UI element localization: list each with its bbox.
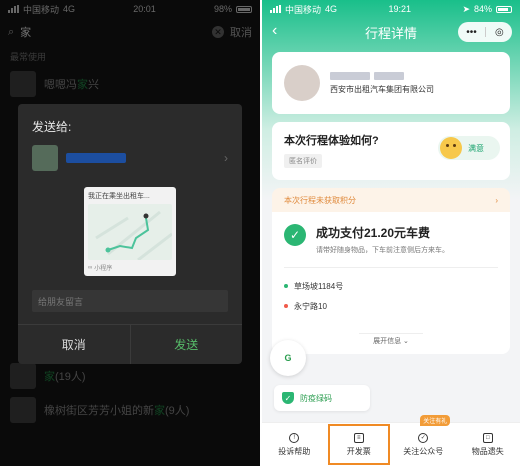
route-map-thumbnail [88, 204, 172, 260]
driver-card: 西安市出租汽车集团有限公司 [272, 52, 510, 114]
payment-card: ✓ 成功支付21.20元车费 请带好随身物品，下车前注意侧后方来车。 草场坡11… [272, 212, 510, 354]
clock: 19:21 [388, 4, 411, 14]
tab-invoice[interactable]: ≡ 开发票 [327, 423, 392, 466]
bag-icon: □ [482, 432, 493, 443]
alert-icon: ! [289, 432, 300, 443]
payment-title: 成功支付21.20元车费 [316, 226, 431, 240]
back-icon[interactable]: ‹ [272, 22, 277, 40]
health-code-label: 防疫绿码 [300, 393, 332, 403]
payment-subtitle: 请带好随身物品，下车前注意侧后方来车。 [316, 247, 449, 254]
wechat-share-screen: 中国移动 4G 20:01 98% ⌕ 家 ✕ 取消 最常使用 嗯嗯冯家兴 家(… [0, 0, 260, 466]
start-dot-icon [284, 284, 288, 288]
recipient-row[interactable]: › [18, 143, 242, 173]
cancel-button[interactable]: 取消 [18, 325, 131, 364]
satisfied-button[interactable]: 满意 [438, 136, 500, 160]
close-target-icon[interactable]: ◎ [495, 27, 504, 38]
check-circle-icon: ✓ [418, 432, 429, 443]
mini-program-badge: ∞ 小程序 [88, 264, 113, 273]
network-label: 4G [325, 4, 338, 14]
tab-complaint-help[interactable]: ! 投诉帮助 [262, 423, 327, 466]
battery-icon [496, 5, 512, 13]
message-input[interactable]: 给朋友留言 [32, 290, 228, 312]
anonymous-review-tag[interactable]: 匿名评价 [284, 154, 322, 168]
avatar [32, 145, 58, 171]
mini-program-card: 我正在乘坐出租车... ∞ 小程序 [84, 187, 176, 276]
chevron-down-icon: ⌄ [403, 338, 409, 345]
check-icon: ✓ [284, 224, 306, 246]
health-code-button[interactable]: ✓ 防疫绿码 [274, 385, 370, 411]
card-title: 我正在乘坐出租车... [88, 193, 150, 200]
start-address: 草场坡1184号 [284, 276, 498, 296]
driver-company: 西安市出租汽车集团有限公司 [330, 84, 434, 94]
points-text: 本次行程未获取积分 [284, 195, 356, 205]
more-icon[interactable]: ••• [466, 27, 477, 38]
dialog-title: 发送给: [32, 120, 72, 134]
chevron-right-icon: › [495, 195, 498, 205]
shield-icon: ✓ [282, 392, 294, 404]
mini-program-icon: ∞ [88, 264, 93, 271]
tab-lost-items[interactable]: □ 物品遗失 [456, 423, 520, 466]
bottom-action-bar: ! 投诉帮助 ≡ 开发票 关注有礼 ✓ 关注公众号 □ 物品遗失 [262, 415, 520, 466]
divider [284, 267, 498, 268]
satisfied-label: 满意 [468, 143, 484, 153]
end-address: 永宁路10 [284, 296, 498, 316]
recipient-name [66, 153, 126, 163]
dialog-buttons: 取消 发送 [18, 324, 242, 364]
nav-bar: ‹ 行程详情 ••• ◎ [262, 18, 520, 46]
promo-badge: 关注有礼 [420, 415, 451, 426]
send-dialog: 发送给: › 我正在乘坐出租车... ∞ 小程序 给朋友留言 取消 发送 [18, 104, 242, 364]
capsule-divider [485, 27, 487, 37]
status-bar: 中国移动 4G 19:21 ➤ 84% [262, 0, 520, 18]
chevron-right-icon: › [224, 151, 228, 165]
battery-percent: 84% [473, 4, 492, 14]
mini-program-capsule: ••• ◎ [458, 22, 512, 42]
send-button[interactable]: 发送 [131, 325, 243, 364]
invoice-icon: ≡ [353, 432, 364, 443]
carrier-label: 中国移动 [285, 4, 322, 15]
rating-card: 本次行程体验如何? 匿名评价 满意 [272, 122, 510, 180]
points-banner[interactable]: 本次行程未获取积分 › [272, 188, 510, 212]
driver-avatar [284, 65, 320, 101]
signal-icon [270, 5, 281, 13]
location-icon: ➤ [462, 3, 470, 14]
trip-details-screen: 中国移动 4G 19:21 ➤ 84% ‹ 行程详情 ••• ◎ 西安市出租汽车… [262, 0, 520, 466]
driver-name-blurred [330, 71, 434, 80]
smiley-icon [440, 137, 462, 159]
expand-info-button[interactable]: 展开信息 ⌄ [272, 333, 510, 348]
page-title: 行程详情 [364, 25, 417, 41]
green-code-badge-icon[interactable]: G [270, 340, 306, 376]
end-dot-icon [284, 304, 288, 308]
tab-follow-account[interactable]: 关注有礼 ✓ 关注公众号 [391, 415, 456, 466]
